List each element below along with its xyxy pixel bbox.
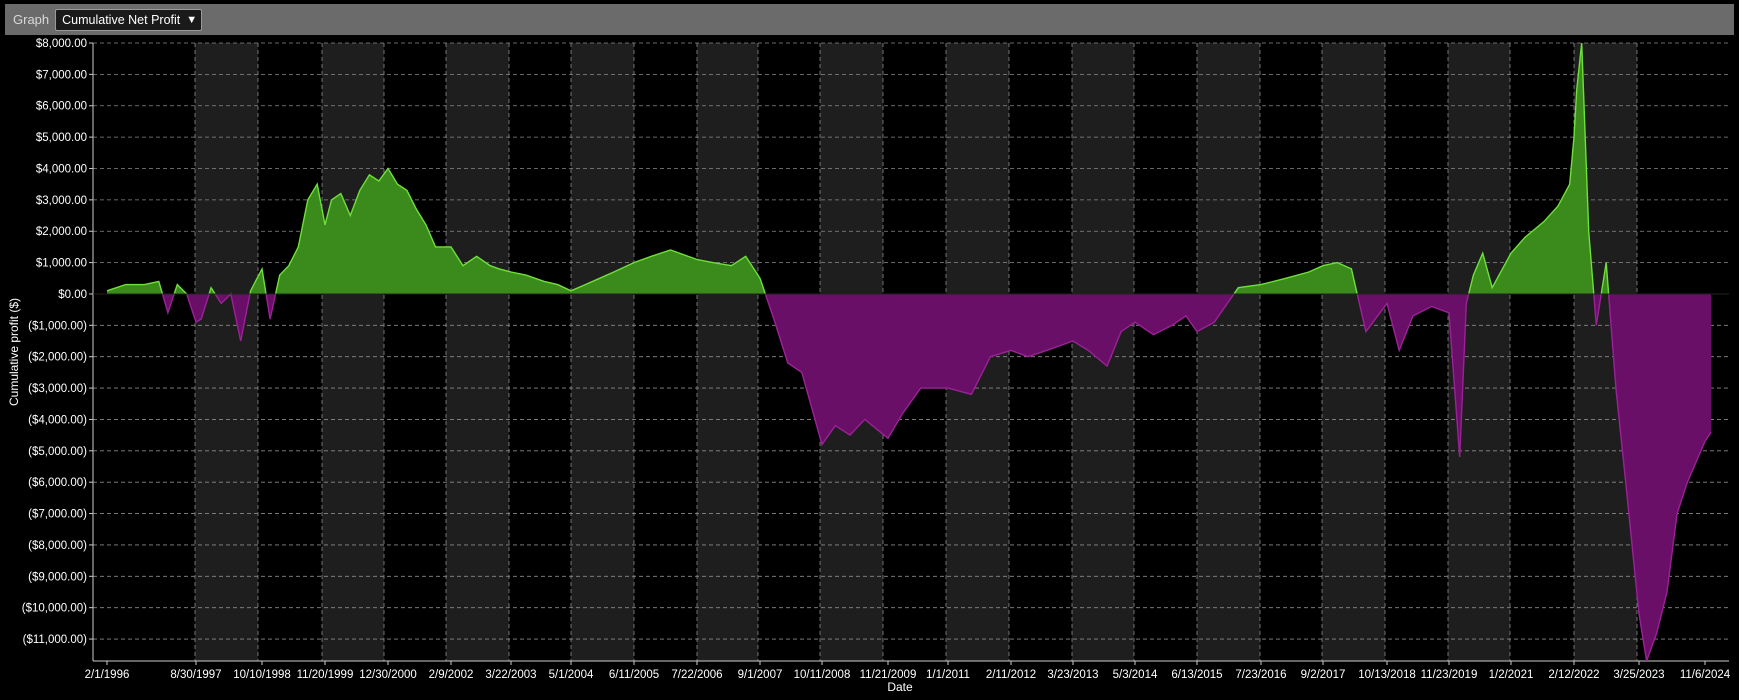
x-tick-label: 3/25/2023 xyxy=(1613,669,1664,681)
x-tick-label: 11/23/2019 xyxy=(1421,669,1478,681)
y-tick-label: $7,000.00 xyxy=(36,69,87,81)
x-tick-label: 11/20/1999 xyxy=(297,669,354,681)
year-band xyxy=(1197,43,1260,661)
y-tick-label: $4,000.00 xyxy=(36,163,87,175)
y-tick-label: $6,000.00 xyxy=(36,101,87,113)
y-tick-label: ($6,000.00) xyxy=(28,477,87,489)
year-band xyxy=(1322,43,1385,661)
x-tick-label: 6/11/2005 xyxy=(609,669,659,681)
y-tick-label: ($3,000.00) xyxy=(28,383,87,395)
x-tick-label: 10/11/2008 xyxy=(794,669,851,681)
x-tick-label: 2/11/2012 xyxy=(986,669,1036,681)
x-tick-label: 7/23/2016 xyxy=(1235,669,1286,681)
year-band xyxy=(322,43,384,661)
x-tick-label: 9/2/2017 xyxy=(1301,669,1346,681)
y-tick-label: $8,000.00 xyxy=(36,38,87,50)
x-axis-tick-labels: 2/1/1996 8/30/1997 10/10/1998 11/20/1999 12/… xyxy=(85,661,1731,681)
cumulative-profit-chart: $8,000.00 $7,000.00 $6,000.00 $5,000.00 $4,0… xyxy=(7,38,1731,694)
x-tick-label: 10/10/1998 xyxy=(233,669,291,681)
y-axis-tick-labels: $8,000.00 $7,000.00 $6,000.00 $5,000.00 $4,0… xyxy=(22,38,87,646)
y-tick-label: ($7,000.00) xyxy=(28,509,87,521)
x-tick-label: 10/13/2018 xyxy=(1358,669,1416,681)
year-band xyxy=(571,43,634,661)
x-tick-label: 2/12/2022 xyxy=(1548,669,1599,681)
x-tick-label: 7/22/2006 xyxy=(671,669,722,681)
x-tick-label: 5/1/2004 xyxy=(549,669,594,681)
y-tick-label: ($5,000.00) xyxy=(28,446,87,458)
y-tick-label: ($10,000.00) xyxy=(22,603,87,615)
x-axis-label: Date xyxy=(887,680,913,694)
x-tick-label: 5/3/2014 xyxy=(1113,669,1158,681)
x-tick-label: 11/6/2024 xyxy=(1680,669,1731,681)
y-tick-label: $5,000.00 xyxy=(36,132,87,144)
y-tick-label: ($2,000.00) xyxy=(28,352,87,364)
y-tick-label: ($9,000.00) xyxy=(28,571,87,583)
x-tick-label: 2/9/2002 xyxy=(429,669,474,681)
x-tick-label: 3/22/2003 xyxy=(485,669,536,681)
x-tick-label: 9/1/2007 xyxy=(738,669,783,681)
y-tick-label: $1,000.00 xyxy=(36,258,87,270)
x-tick-label: 1/2/2021 xyxy=(1489,669,1534,681)
year-band xyxy=(697,43,758,661)
y-tick-label: ($1,000.00) xyxy=(28,320,87,332)
y-tick-label: ($4,000.00) xyxy=(28,414,87,426)
x-tick-label: 12/30/2000 xyxy=(359,669,417,681)
year-band xyxy=(195,43,258,661)
y-tick-label: $3,000.00 xyxy=(36,195,87,207)
year-band xyxy=(446,43,509,661)
y-tick-label: $2,000.00 xyxy=(36,226,87,238)
y-tick-label: $0.00 xyxy=(58,289,87,301)
x-tick-label: 3/23/2013 xyxy=(1047,669,1098,681)
x-tick-label: 2/1/1996 xyxy=(85,669,130,681)
x-tick-label: 1/1/2011 xyxy=(926,669,970,681)
x-tick-label: 6/13/2015 xyxy=(1171,669,1222,681)
x-tick-label: 8/30/1997 xyxy=(170,669,221,681)
y-tick-label: ($11,000.00) xyxy=(23,634,88,646)
y-axis-label: Cumulative profit ($) xyxy=(7,298,21,406)
y-tick-label: ($8,000.00) xyxy=(28,540,87,552)
